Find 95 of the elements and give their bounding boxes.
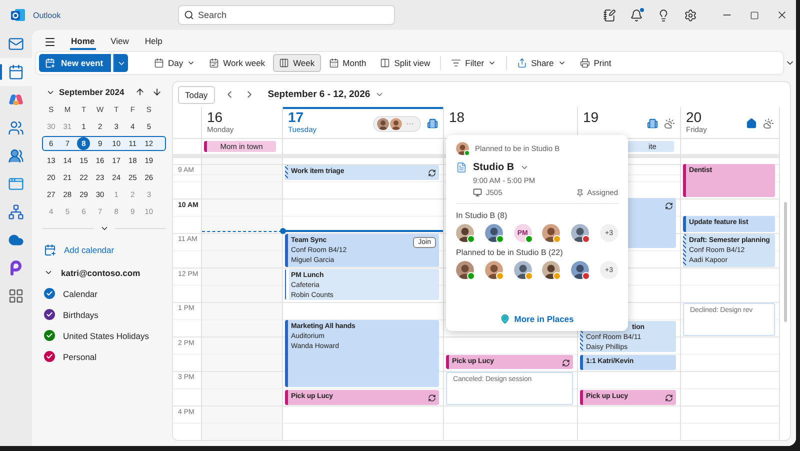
columns-icon bbox=[279, 58, 290, 68]
chevron-icon[interactable] bbox=[44, 268, 53, 277]
avatar[interactable] bbox=[542, 261, 560, 279]
menu-icon[interactable] bbox=[44, 36, 56, 48]
calendar-name[interactable]: Calendar bbox=[63, 288, 98, 298]
avatar[interactable] bbox=[456, 224, 474, 242]
calendar-icon bbox=[154, 58, 164, 68]
house-icon[interactable] bbox=[746, 118, 757, 129]
ribbon-tab[interactable]: Help bbox=[144, 34, 164, 50]
avatar[interactable] bbox=[484, 224, 503, 242]
more-people: ··· bbox=[405, 119, 415, 128]
printer-icon bbox=[580, 58, 590, 68]
loop-logo-icon bbox=[8, 260, 24, 276]
day-number: 18 bbox=[449, 110, 466, 125]
desk-icon bbox=[473, 188, 482, 197]
avatar[interactable] bbox=[542, 224, 560, 242]
avatar[interactable] bbox=[390, 118, 402, 130]
expand-icon[interactable] bbox=[100, 224, 108, 233]
toolbar-button[interactable]: Day bbox=[148, 54, 202, 72]
toolbar-button[interactable]: Print bbox=[574, 54, 618, 72]
account-email: katri@contoso.com bbox=[61, 268, 140, 278]
calendar-plus-icon bbox=[45, 58, 55, 68]
check-icon bbox=[46, 290, 53, 297]
places-icon bbox=[500, 314, 510, 324]
two-panels-icon bbox=[380, 58, 390, 68]
toolbar-button[interactable]: Filter bbox=[445, 54, 502, 72]
calendar-checkbox[interactable] bbox=[44, 351, 55, 362]
avatar[interactable] bbox=[377, 118, 389, 130]
day-number: 16 bbox=[207, 110, 224, 125]
check-icon bbox=[46, 332, 53, 339]
previous-month-icon[interactable] bbox=[135, 87, 145, 97]
mail-icon bbox=[8, 36, 24, 52]
filter-icon bbox=[451, 58, 462, 68]
search-field[interactable]: Search bbox=[178, 5, 395, 25]
calendar-icon bbox=[8, 64, 24, 80]
date-range-button[interactable]: September 6 - 12, 2026 bbox=[268, 89, 384, 100]
swirl-logo-icon bbox=[8, 92, 24, 108]
group-label: Planned to be in Studio B (22) bbox=[456, 248, 564, 257]
day-number: 19 bbox=[583, 110, 600, 125]
cloud-icon bbox=[8, 232, 24, 248]
day-number: 20 bbox=[686, 110, 703, 125]
toolbar-button[interactable]: Work week bbox=[203, 54, 272, 72]
calendar-name[interactable]: Birthdays bbox=[63, 310, 98, 320]
month-title: September 2024 bbox=[59, 87, 124, 97]
avatar[interactable] bbox=[571, 261, 590, 279]
caret-icon bbox=[375, 90, 384, 99]
avatar[interactable] bbox=[514, 261, 532, 279]
settings-icon[interactable] bbox=[684, 8, 697, 22]
lightbulb-icon[interactable] bbox=[657, 8, 670, 22]
today-button[interactable]: Today bbox=[178, 86, 215, 104]
group-label: In Studio B (8) bbox=[456, 211, 508, 220]
nav-button[interactable] bbox=[0, 58, 32, 86]
avatar[interactable] bbox=[456, 261, 474, 279]
people-icon bbox=[8, 120, 24, 136]
close-icon[interactable] bbox=[776, 9, 788, 21]
pin-icon bbox=[576, 188, 584, 196]
next-month-icon[interactable] bbox=[152, 87, 162, 97]
calendar-checkbox[interactable] bbox=[44, 288, 55, 299]
add-calendar-icon bbox=[44, 244, 56, 256]
dropdown-button[interactable] bbox=[113, 54, 128, 72]
board-icon bbox=[8, 176, 24, 192]
org-chart-icon bbox=[8, 204, 24, 220]
toolbar-button[interactable]: Month bbox=[322, 54, 372, 72]
search-icon bbox=[184, 10, 194, 20]
apps-icon bbox=[8, 288, 24, 304]
group-icon bbox=[8, 148, 24, 164]
calendar-grid-icon bbox=[328, 58, 339, 68]
ribbon-tab[interactable]: Home bbox=[70, 34, 96, 50]
avatar[interactable] bbox=[484, 261, 503, 279]
ribbon-tab[interactable]: View bbox=[110, 34, 130, 50]
new-event-button[interactable]: New event bbox=[39, 54, 112, 72]
calendar-range-icon bbox=[209, 58, 220, 68]
avatar[interactable] bbox=[571, 224, 590, 242]
calendar-checkbox[interactable] bbox=[44, 330, 55, 341]
note-icon[interactable] bbox=[603, 8, 616, 22]
caret-icon[interactable] bbox=[520, 163, 530, 172]
avatar[interactable] bbox=[456, 142, 469, 155]
more-in-places-link[interactable]: More in Places bbox=[500, 314, 574, 324]
toolbar-button[interactable]: Week bbox=[273, 54, 321, 72]
maximize-icon[interactable] bbox=[750, 10, 759, 20]
outlook-logo-icon bbox=[10, 7, 26, 23]
scrollbar[interactable] bbox=[784, 202, 786, 322]
toolbar-button[interactable]: Share bbox=[511, 54, 572, 72]
check-icon bbox=[46, 311, 53, 318]
place-name: Studio B bbox=[473, 162, 514, 173]
add-calendar-link[interactable]: Add calendar bbox=[64, 244, 114, 254]
app-title: Outlook bbox=[33, 10, 61, 20]
calendar-name[interactable]: United States Holidays bbox=[63, 330, 149, 340]
day-number: 17 bbox=[288, 110, 305, 125]
toolbar-button[interactable]: Split view bbox=[374, 54, 436, 72]
share-icon bbox=[517, 58, 528, 68]
notification-icon[interactable] bbox=[630, 8, 643, 22]
calendar-checkbox[interactable] bbox=[44, 309, 55, 320]
check-icon bbox=[46, 353, 53, 360]
calendar-name[interactable]: Personal bbox=[63, 352, 97, 362]
